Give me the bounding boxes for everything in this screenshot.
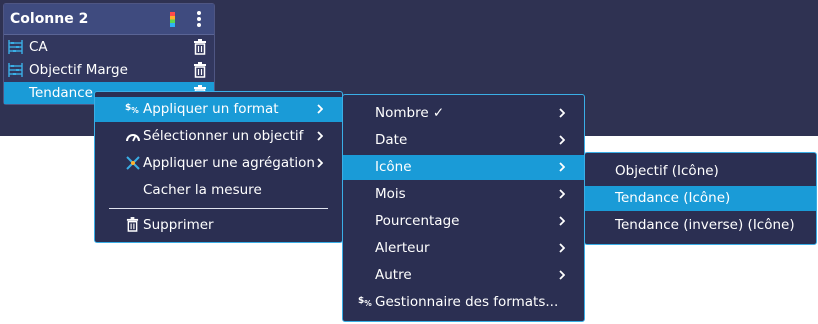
panel-header: Colonne 2: [4, 4, 214, 35]
chevron-right-icon: [559, 189, 565, 199]
menu-item-label: Appliquer un format: [143, 101, 279, 117]
chevron-right-icon: [317, 158, 323, 168]
measure-label: Tendance: [29, 85, 93, 101]
menu-item-cacher-mesure[interactable]: Cacher la mesure: [95, 178, 342, 203]
submenu-item-nombre[interactable]: Nombre ✓: [343, 101, 584, 126]
measure-row-ca[interactable]: CA: [4, 36, 214, 58]
menu-item-label: Icône: [375, 159, 412, 175]
submenu-item-alerteur[interactable]: Alerteur: [343, 236, 584, 261]
menu-item-label: Cacher la mesure: [143, 182, 262, 198]
menu-item-label: Pourcentage: [375, 213, 460, 229]
chevron-right-icon: [559, 135, 565, 145]
menu-item-supprimer[interactable]: Supprimer: [95, 213, 342, 238]
menu-item-appliquer-format[interactable]: $% Appliquer un format: [95, 97, 342, 122]
format-submenu: Nombre ✓ Date Icône Mois Pourcentage Ale…: [342, 94, 585, 322]
context-menu: $% Appliquer un format Sélectionner un o…: [94, 91, 343, 243]
submenu-item-date[interactable]: Date: [343, 128, 584, 153]
menu-item-label: Alerteur: [375, 240, 430, 256]
aggregation-icon: [126, 156, 140, 170]
chevron-right-icon: [559, 162, 565, 172]
menu-item-label: Nombre ✓: [375, 105, 445, 121]
icon-format-submenu: Objectif (Icône) Tendance (Icône) Tendan…: [584, 152, 817, 245]
menu-item-label: Sélectionner un objectif: [143, 128, 304, 144]
menu-item-label: Gestionnaire des formats...: [375, 294, 559, 310]
menu-item-label: Supprimer: [143, 217, 214, 233]
trash-icon: [126, 217, 139, 232]
percent-format-icon: $%: [125, 103, 139, 115]
chevron-right-icon: [559, 108, 565, 118]
menu-item-label: Appliquer une agrégation: [143, 155, 315, 171]
menu-item-appliquer-agregation[interactable]: Appliquer une agrégation: [95, 151, 342, 176]
icon-option-tendance[interactable]: Tendance (Icône): [585, 186, 816, 211]
menu-item-label: Date: [375, 132, 408, 148]
chevron-right-icon: [317, 131, 323, 141]
icon-option-tendance-inverse[interactable]: Tendance (inverse) (Icône): [585, 213, 816, 238]
measure-label: CA: [29, 39, 48, 55]
measure-label: Objectif Marge: [29, 62, 128, 78]
menu-item-label: Autre: [375, 267, 412, 283]
trash-icon[interactable]: [193, 39, 207, 55]
icon-option-objectif[interactable]: Objectif (Icône): [585, 159, 816, 184]
submenu-item-autre[interactable]: Autre: [343, 263, 584, 288]
measure-row-objectif-marge[interactable]: Objectif Marge: [4, 59, 214, 81]
color-palette-icon[interactable]: [170, 12, 175, 27]
trash-icon[interactable]: [193, 62, 207, 78]
abacus-icon: [8, 40, 23, 54]
submenu-item-pourcentage[interactable]: Pourcentage: [343, 209, 584, 234]
abacus-icon: [8, 63, 23, 77]
percent-format-icon: $%: [358, 296, 372, 308]
submenu-item-icone[interactable]: Icône: [343, 155, 584, 180]
gauge-icon: [126, 134, 140, 142]
menu-item-label: Tendance (inverse) (Icône): [615, 217, 795, 233]
chevron-right-icon: [559, 270, 565, 280]
submenu-item-gestionnaire-formats[interactable]: $% Gestionnaire des formats...: [343, 290, 584, 315]
submenu-item-mois[interactable]: Mois: [343, 182, 584, 207]
column-panel: Colonne 2 CA Objectif Marge Tendance: [3, 3, 215, 105]
chevron-right-icon: [559, 243, 565, 253]
menu-item-label: Mois: [375, 186, 406, 202]
kebab-menu-icon[interactable]: [194, 11, 204, 29]
menu-item-selectionner-objectif[interactable]: Sélectionner un objectif: [95, 124, 342, 149]
chevron-right-icon: [317, 104, 323, 114]
menu-item-label: Tendance (Icône): [615, 190, 731, 206]
menu-separator: [109, 208, 328, 209]
chevron-right-icon: [559, 216, 565, 226]
panel-title: Colonne 2: [10, 11, 89, 27]
menu-item-label: Objectif (Icône): [615, 163, 719, 179]
